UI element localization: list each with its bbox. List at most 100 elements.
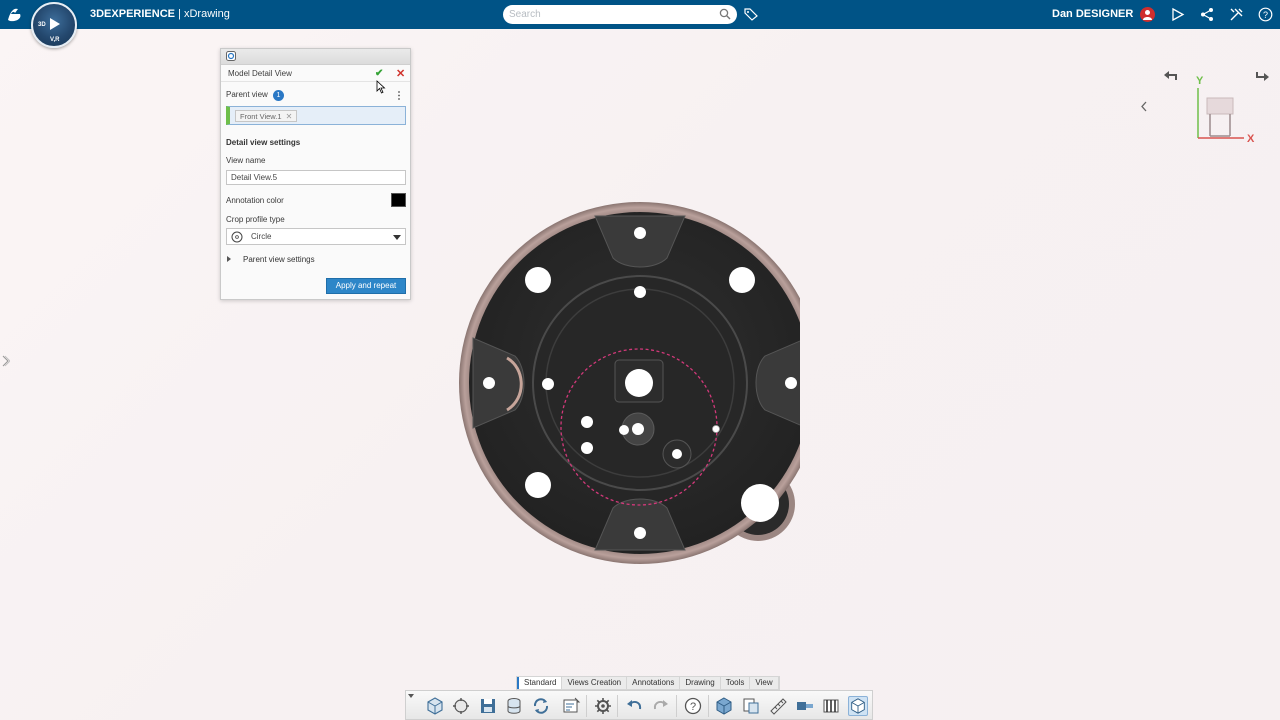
bolt-hole [525,267,551,293]
toolbar-separator [708,695,709,717]
expand-arrow-icon[interactable] [227,256,231,262]
annotation-color-label: Annotation color [226,196,284,205]
dialog-header[interactable] [221,49,410,65]
dropdown-arrow-icon[interactable] [393,235,401,240]
view-name-label: View name [226,156,266,165]
crop-profile-label: Crop profile type [226,215,285,224]
toolbar-separator [676,695,677,717]
app-name: xDrawing [183,8,230,20]
search-icon[interactable] [719,8,731,20]
3d-view-icon[interactable] [714,696,734,716]
rotate-left-icon[interactable] [1162,68,1178,84]
bolt-hole [741,484,779,522]
app-brand: 3DEXPERIENCE [90,8,175,20]
crop-profile-dropdown[interactable]: Circle [226,228,406,245]
parent-view-count-badge: 1 [273,90,284,101]
small-hole [672,449,682,459]
avatar-icon[interactable] [1140,7,1155,22]
tab-drawing[interactable]: Drawing [680,677,721,689]
more-options-icon[interactable] [396,90,402,101]
action-bar-toolbar: ? [405,690,873,720]
ok-button[interactable]: ✔ [375,68,383,79]
settings-icon[interactable] [593,696,613,716]
mouse-cursor-icon [376,80,386,94]
cancel-button[interactable]: ✕ [396,67,405,80]
save-icon[interactable] [478,696,498,716]
tab-view[interactable]: View [750,677,779,689]
compass-vr-label: V,R [50,37,60,43]
play-share-icon[interactable] [1170,7,1185,22]
side-panel-expand-icon[interactable] [2,355,10,367]
bolt-hole [525,472,551,498]
svg-text:?: ? [690,701,696,713]
redo-icon[interactable] [651,696,671,716]
view-icon[interactable] [795,696,815,716]
app-separator: | [174,8,184,20]
app-title: 3DEXPERIENCE | xDrawing [90,8,230,20]
action-bar-tabs: Standard Views Creation Annotations Draw… [516,676,780,690]
crop-profile-value: Circle [251,232,272,241]
small-hole [785,377,797,389]
annotation-color-swatch[interactable] [391,193,406,207]
axis-y-label: Y [1196,75,1204,87]
apply-and-repeat-button[interactable]: Apply and repeat [326,278,406,294]
remove-chip-icon[interactable]: ✕ [286,112,293,121]
svg-text:?: ? [1263,10,1268,20]
parent-view-chip[interactable]: Front View.1 ✕ [235,110,298,122]
toolbar-separator [617,695,618,717]
parent-view-field[interactable]: Front View.1 ✕ [226,106,406,125]
toolbar-separator [586,695,587,717]
compass-3d-label: 3D [38,22,46,28]
small-hole [581,416,593,428]
tab-standard[interactable]: Standard [517,677,563,689]
small-hole [542,378,554,390]
triad-cube-face [1206,97,1234,115]
rendering-icon[interactable] [848,696,868,716]
properties-icon[interactable] [451,696,471,716]
drawing-update-icon[interactable] [561,696,581,716]
detail-view-settings-title: Detail view settings [226,138,301,147]
axis-x-label: X [1247,133,1255,144]
search-box[interactable] [503,5,737,24]
compass-play-icon[interactable] [50,18,60,30]
section-icon[interactable] [821,696,841,716]
small-hole [634,286,646,298]
axis-triad[interactable]: Y X [1190,72,1260,144]
parent-view-chip-label: Front View.1 [240,111,282,121]
center-hole [625,369,653,397]
small-hole [634,527,646,539]
tab-views-creation[interactable]: Views Creation [562,677,628,689]
dialog-title: Model Detail View [228,69,292,78]
view-name-input[interactable] [226,170,406,185]
chevron-left-icon[interactable] [1140,101,1148,112]
help-icon[interactable]: ? [683,696,703,716]
tab-annotations[interactable]: Annotations [627,677,681,689]
help-icon[interactable]: ? [1258,7,1273,22]
dialog-command-icon [226,51,236,61]
measure-icon[interactable] [768,696,788,716]
tab-tools[interactable]: Tools [720,677,751,689]
parent-view-settings-toggle[interactable]: Parent view settings [243,255,315,264]
toolbar-collapse-icon[interactable] [408,694,414,698]
crop-profile-handle[interactable] [712,425,720,433]
small-hole [483,377,495,389]
tag-icon[interactable] [744,7,758,21]
undo-icon[interactable] [624,696,644,716]
search-input[interactable] [509,9,709,20]
compass-icon[interactable]: 3D V,R [31,2,77,48]
user-name[interactable]: Dan DESIGNER [1052,8,1133,20]
parent-view-label: Parent view [226,90,268,99]
sheet-icon[interactable] [741,696,761,716]
small-hole [634,227,646,239]
bolt-hole [729,267,755,293]
small-hole [581,442,593,454]
new-sheet-icon[interactable] [425,696,445,716]
center-small-hole [632,423,644,435]
database-icon[interactable] [504,696,524,716]
share-icon[interactable] [1200,7,1215,22]
top-bar: 3DEXPERIENCE | xDrawing Dan DESIGNER ? [0,0,1280,29]
tools-icon[interactable] [1229,7,1244,22]
part-model[interactable] [455,198,800,568]
ds-logo-icon[interactable] [4,4,26,26]
update-icon[interactable] [531,696,551,716]
